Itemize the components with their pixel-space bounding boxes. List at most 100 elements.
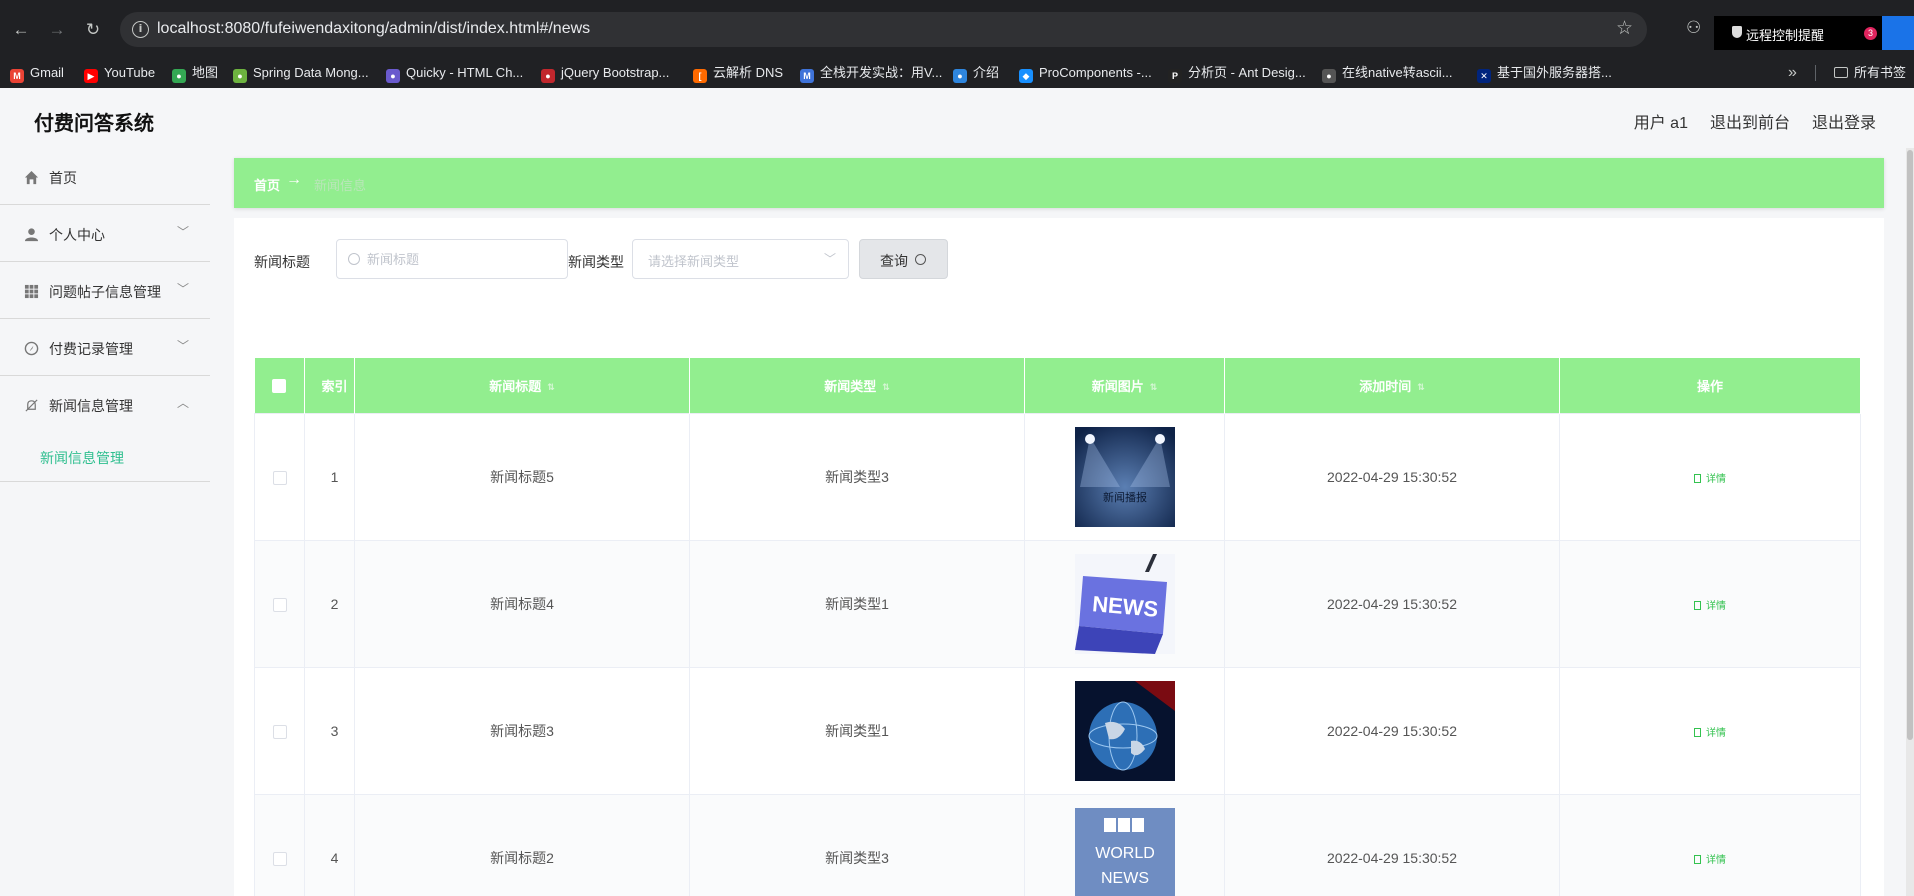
sidebar-item-label: 新闻信息管理 — [49, 398, 133, 414]
remote-control-notice[interactable]: 远程控制提醒 3 — [1714, 16, 1914, 50]
row-title: 新闻标题3 — [354, 666, 690, 795]
bookmark-item[interactable]: P 分析页 - Ant Desig... — [1168, 58, 1306, 88]
sidebar-item-label: 付费记录管理 — [49, 341, 133, 357]
news-thumbnail-globe[interactable] — [1074, 680, 1175, 781]
bookmark-item[interactable]: ● 在线native转ascii... — [1322, 58, 1453, 88]
site-info-icon[interactable]: i — [132, 21, 149, 38]
back-icon[interactable]: ← — [9, 18, 33, 42]
extension-icon[interactable]: ⚇ — [1686, 18, 1701, 38]
sidebar-item-question-posts[interactable]: 问题帖子信息管理 ﹀ — [0, 262, 210, 319]
bookmark-item[interactable]: ✕ 基于国外服务器搭... — [1477, 58, 1612, 88]
bookmark-favicon-icon: ▶ — [84, 69, 98, 83]
chevron-down-icon: ﹀ — [177, 339, 190, 353]
sort-icon[interactable]: ⇅ — [547, 382, 555, 393]
bookmark-item[interactable]: ● Spring Data Mong... — [233, 58, 369, 88]
news-table: 索引 新闻标题 ⇅ 新闻类型 ⇅ 新闻图片 ⇅ 添加时间 ⇅ 操作 1 新闻标题5 新闻… — [254, 358, 1861, 896]
row-type: 新闻类型1 — [689, 666, 1025, 795]
type-filter-label: 新闻类型 — [568, 254, 624, 270]
bookmark-label: Gmail — [30, 65, 64, 80]
detail-link[interactable]: 详情 — [1694, 473, 1726, 485]
table-header-row: 索引 新闻标题 ⇅ 新闻类型 ⇅ 新闻图片 ⇅ 添加时间 ⇅ 操作 — [254, 358, 1861, 413]
title-search-field[interactable] — [336, 239, 568, 279]
column-header-image-label: 新闻图片 — [1091, 378, 1144, 394]
column-header-type-label: 新闻类型 — [824, 378, 877, 394]
bookmark-item[interactable]: ● jQuery Bootstrap... — [541, 58, 669, 88]
column-header-title[interactable]: 新闻标题 ⇅ — [354, 358, 690, 413]
forward-icon[interactable]: → — [45, 18, 69, 42]
news-thumbnail-bbc[interactable]: WORLD NEWS — [1074, 807, 1175, 896]
sort-icon[interactable]: ⇅ — [1417, 382, 1425, 393]
breadcrumb-current: 新闻信息 — [314, 178, 367, 193]
shield-icon — [1732, 26, 1742, 38]
column-header-time[interactable]: 添加时间 ⇅ — [1224, 358, 1560, 413]
row-check-cell — [254, 539, 305, 668]
breadcrumb-home[interactable]: 首页 — [254, 175, 280, 194]
bookmark-favicon-icon: M — [800, 69, 814, 83]
row-type: 新闻类型3 — [689, 412, 1025, 541]
bookmark-item[interactable]: ● 介绍 — [953, 58, 999, 88]
row-image-cell: WORLD NEWS — [1024, 793, 1225, 896]
logout-link[interactable]: 退出登录 — [1812, 115, 1876, 132]
sidebar: 首页 个人中心 ﹀ 问题帖子信息管理 ﹀ 付费记录管理 ﹀ 新闻信息管理 ︿ 新… — [0, 148, 210, 896]
detail-link[interactable]: 详情 — [1694, 854, 1726, 866]
detail-link-label: 详情 — [1706, 473, 1726, 485]
compass-icon — [24, 341, 39, 356]
search-icon — [915, 254, 926, 265]
bookmark-item[interactable]: [云解析 DNS — [693, 58, 783, 88]
row-check-cell — [254, 666, 305, 795]
column-header-title-label: 新闻标题 — [489, 378, 542, 394]
news-thumbnail-spotlight[interactable]: 新闻播报 — [1074, 426, 1175, 527]
star-icon[interactable]: ☆ — [1616, 17, 1633, 40]
arrow-right-icon: → — [286, 171, 302, 188]
address-bar[interactable]: i localhost:8080/fufeiwendaxitong/admin/… — [120, 12, 1647, 47]
sidebar-item-home[interactable]: 首页 — [0, 148, 210, 205]
notice-badge: 3 — [1864, 27, 1877, 40]
bookmark-item[interactable]: ◆ ProComponents -... — [1019, 58, 1152, 88]
bookmark-label: 在线native转ascii... — [1342, 65, 1453, 80]
row-checkbox[interactable] — [272, 470, 287, 485]
news-thumbnail-key[interactable]: NEWS — [1074, 553, 1175, 654]
sort-icon[interactable]: ⇅ — [882, 382, 890, 393]
bookmark-favicon-icon: ● — [233, 69, 247, 83]
detail-link[interactable]: 详情 — [1694, 600, 1726, 612]
bookmark-item[interactable]: M Gmail — [10, 58, 64, 88]
column-header-image[interactable]: 新闻图片 ⇅ — [1024, 358, 1225, 413]
bookmark-item[interactable]: M 全栈开发实战：用V... — [800, 58, 942, 88]
browser-toolbar: ← → ↻ i localhost:8080/fufeiwendaxitong/… — [0, 0, 1914, 58]
row-time: 2022-04-29 15:30:52 — [1224, 539, 1560, 668]
bookmark-favicon-icon: ● — [1322, 69, 1336, 83]
bookmark-favicon-icon: ✕ — [1477, 69, 1491, 83]
type-select[interactable]: 请选择新闻类型 ﹀ — [632, 239, 849, 279]
row-checkbox[interactable] — [272, 597, 287, 612]
submenu-news-management[interactable]: 新闻信息管理 — [0, 432, 210, 482]
all-bookmarks-folder[interactable]: 所有书签 — [1834, 58, 1906, 88]
sidebar-item-news-management[interactable]: 新闻信息管理 ︿ — [0, 376, 210, 433]
bookmark-favicon-icon: ● — [386, 69, 400, 83]
more-bookmarks-icon[interactable]: » — [1788, 58, 1797, 88]
table-row: 1 新闻标题5 新闻类型3 新闻播报 2022-04-29 15:30:52 详… — [254, 412, 1861, 541]
column-header-type[interactable]: 新闻类型 ⇅ — [689, 358, 1025, 413]
detail-link[interactable]: 详情 — [1694, 727, 1726, 739]
select-all-checkbox[interactable] — [272, 379, 287, 394]
row-checkbox[interactable] — [272, 724, 287, 739]
query-button[interactable]: 查询 — [859, 239, 948, 279]
row-checkbox[interactable] — [272, 851, 287, 866]
bookmark-item[interactable]: ● Quicky - HTML Ch... — [386, 58, 523, 88]
sidebar-item-payment-records[interactable]: 付费记录管理 ﹀ — [0, 319, 210, 376]
scrollbar-thumb[interactable] — [1907, 150, 1913, 740]
bookmark-label: 分析页 - Ant Desig... — [1188, 65, 1306, 80]
sort-icon[interactable]: ⇅ — [1150, 382, 1158, 393]
sidebar-item-personal-center[interactable]: 个人中心 ﹀ — [0, 205, 210, 262]
reload-icon[interactable]: ↻ — [81, 18, 105, 42]
scrollbar[interactable] — [1906, 148, 1914, 896]
row-index: 1 — [304, 412, 355, 541]
bookmark-item[interactable]: ▶ YouTube — [84, 58, 155, 88]
row-image-cell: NEWS — [1024, 539, 1225, 668]
back-to-front-link[interactable]: 退出到前台 — [1710, 115, 1790, 132]
bookmark-item[interactable]: ● 地图 — [172, 58, 218, 88]
user-name[interactable]: 用户 a1 — [1634, 115, 1688, 132]
title-search-input[interactable] — [367, 249, 562, 269]
folder-icon — [1834, 67, 1848, 78]
profile-area[interactable] — [1882, 16, 1914, 50]
bookmark-favicon-icon: ◆ — [1019, 69, 1033, 83]
